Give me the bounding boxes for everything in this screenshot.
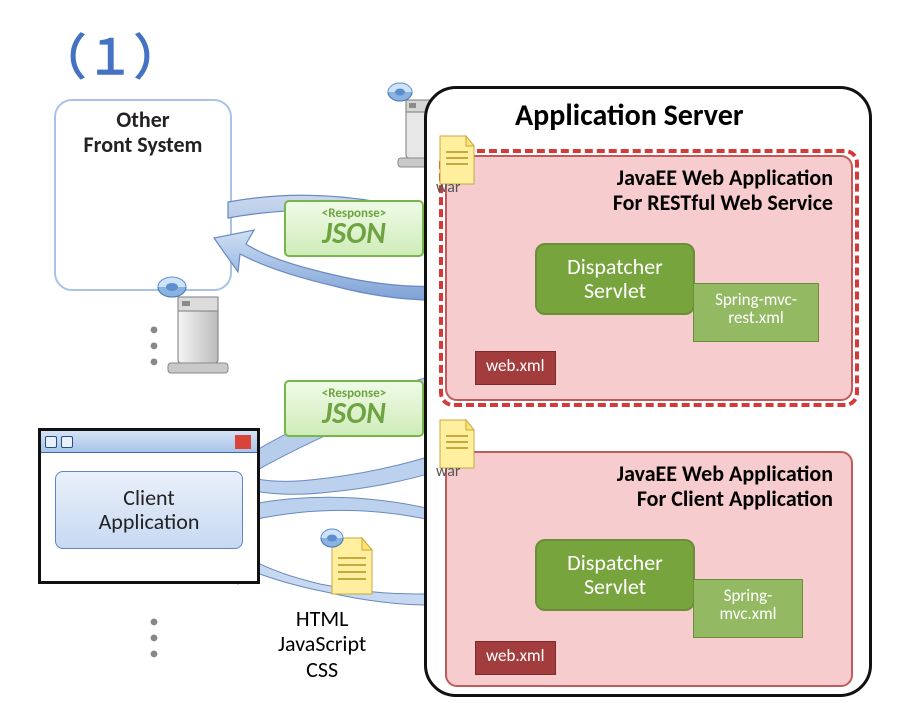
rest-war-line2: For RESTful Web Service (613, 189, 833, 216)
diagram-canvas: （１） Other Front System ・・・ ・・・ (0, 0, 903, 709)
spring-file-line2: rest.xml (728, 307, 783, 328)
client-app-line1: Client (123, 484, 175, 511)
rest-war-box: JavaEE Web Application For RESTful Web S… (445, 155, 853, 401)
client-war-box: JavaEE Web Application For Client Applic… (445, 451, 853, 687)
close-icon (235, 435, 251, 449)
vertical-ellipsis-icon: ・・・ (138, 324, 170, 372)
web-document-icon (320, 528, 376, 600)
window-control-icon (61, 436, 73, 448)
client-war-line2: For Client Application (637, 485, 833, 512)
other-front-system-box: Other Front System (54, 99, 232, 291)
client-application-box: Client Application (55, 471, 243, 549)
client-war-line1: JavaEE Web Application (617, 460, 833, 487)
json-label: JSON (292, 399, 416, 429)
web-xml-file: web.xml (475, 641, 556, 675)
application-server-box: Application Server JavaEE Web Applicatio… (424, 86, 872, 697)
dispatcher-line1: Dispatcher (567, 549, 663, 576)
dispatcher-line2: Servlet (584, 277, 646, 304)
front-system-title: Other Front System (56, 107, 230, 158)
vertical-ellipsis-icon: ・・・ (138, 616, 170, 664)
json-response-tag: <Response> JSON (284, 380, 424, 437)
spring-xml-file: Spring- mvc.xml (693, 579, 803, 638)
spring-file-line2: mvc.xml (719, 603, 776, 624)
html-js-css-label: HTML JavaScript CSS (278, 606, 366, 682)
application-server-title: Application Server (515, 97, 744, 134)
asset-css: CSS (306, 656, 338, 683)
client-window: Client Application (38, 428, 260, 584)
spring-xml-file: Spring-mvc- rest.xml (693, 283, 819, 342)
web-xml-file: web.xml (475, 351, 556, 385)
front-system-line2: Front System (84, 131, 203, 158)
rest-war-title: JavaEE Web Application For RESTful Web S… (447, 157, 851, 218)
war-document-icon: war (436, 134, 478, 197)
dispatcher-servlet-box: Dispatcher Servlet (535, 243, 695, 315)
war-document-icon: war (436, 418, 478, 481)
client-war-title: JavaEE Web Application For Client Applic… (447, 453, 851, 514)
dispatcher-servlet-box: Dispatcher Servlet (535, 539, 695, 611)
asset-js: JavaScript (278, 630, 366, 657)
window-control-icon (45, 436, 57, 448)
dispatcher-line2: Servlet (584, 573, 646, 600)
step-number: （１） (38, 18, 182, 88)
client-app-line2: Application (99, 508, 200, 535)
rest-war-line1: JavaEE Web Application (617, 164, 833, 191)
asset-html: HTML (296, 605, 349, 632)
dispatcher-line1: Dispatcher (567, 253, 663, 280)
front-system-line1: Other (116, 106, 169, 133)
json-label: JSON (292, 219, 416, 249)
json-response-tag: <Response> JSON (284, 200, 424, 257)
window-titlebar (41, 431, 257, 453)
